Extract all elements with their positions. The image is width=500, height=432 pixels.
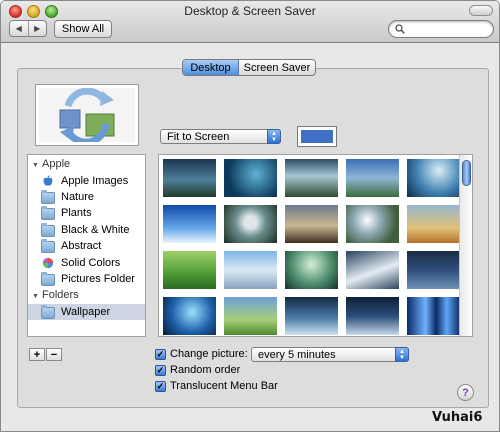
wallpaper-thumbnail[interactable]	[407, 251, 460, 289]
wallpaper-thumbnail[interactable]	[285, 251, 338, 289]
window-title: Desktop & Screen Saver	[184, 4, 316, 18]
source-item-apple-images[interactable]: Apple Images	[28, 173, 145, 189]
wallpaper-thumbnail[interactable]	[285, 159, 338, 197]
interval-value: every 5 minutes	[258, 348, 336, 361]
color-wheel-icon	[42, 257, 54, 269]
wallpaper-preview-icon	[59, 88, 115, 142]
source-item-pictures-folder[interactable]: Pictures Folder	[28, 271, 145, 287]
toolbar-toggle-button[interactable]	[469, 5, 493, 16]
select-arrows-icon: ▲ ▼	[267, 129, 281, 144]
apple-logo-icon	[43, 175, 53, 186]
wallpaper-thumbnail[interactable]	[346, 251, 399, 289]
source-item-abstract[interactable]: Abstract	[28, 238, 145, 254]
wallpaper-thumbnail[interactable]	[224, 205, 277, 243]
folder-icon	[41, 206, 55, 220]
wallpaper-thumbnail[interactable]	[224, 251, 277, 289]
change-interval-select[interactable]: every 5 minutes ▲ ▼	[251, 347, 409, 362]
help-button[interactable]: ?	[457, 384, 474, 401]
title-bar: Desktop & Screen Saver ◀ ▶ Show All	[1, 1, 499, 43]
wallpaper-thumbnail[interactable]	[224, 297, 277, 335]
scrollbar-thumb[interactable]	[462, 160, 471, 186]
wallpaper-thumbnail[interactable]	[224, 159, 277, 197]
folder-icon	[41, 239, 55, 253]
change-picture-label: Change picture:	[170, 348, 248, 360]
group-header-folders[interactable]: ▼ Folders	[32, 289, 79, 301]
wallpaper-thumbnail[interactable]	[346, 297, 399, 335]
source-item-black-white[interactable]: Black & White	[28, 222, 145, 238]
desktop-color-well[interactable]	[297, 126, 337, 147]
fit-to-screen-select[interactable]: Fit to Screen ▲ ▼	[160, 129, 281, 144]
color-swatch	[301, 130, 333, 143]
add-folder-button[interactable]: +	[29, 348, 45, 361]
source-item-wallpaper[interactable]: Wallpaper	[28, 304, 145, 320]
wallpaper-thumbnail[interactable]	[163, 205, 216, 243]
forward-arrow-icon[interactable]: ▶	[29, 21, 47, 36]
translucent-menu-bar-label: Translucent Menu Bar	[170, 380, 278, 392]
source-item-solid-colors[interactable]: Solid Colors	[28, 255, 145, 271]
source-list: ▼ Apple Apple Images Nature Plants Black …	[27, 154, 146, 337]
source-list-controls: + −	[29, 348, 62, 361]
translucent-menu-bar-checkbox[interactable]: ✓	[155, 381, 166, 392]
fit-select-value: Fit to Screen	[167, 130, 230, 143]
wallpaper-thumbnail[interactable]	[163, 159, 216, 197]
wallpaper-thumbnail[interactable]	[407, 205, 460, 243]
search-input[interactable]	[407, 23, 489, 35]
folder-icon	[41, 272, 55, 286]
wallpaper-thumbnail[interactable]	[346, 205, 399, 243]
group-header-apple[interactable]: ▼ Apple	[32, 158, 70, 170]
wallpaper-grid-scrollbar[interactable]	[459, 155, 472, 336]
folder-icon	[41, 223, 55, 237]
source-item-plants[interactable]: Plants	[28, 205, 145, 221]
wallpaper-thumbnail[interactable]	[346, 159, 399, 197]
tab-screen-saver[interactable]: Screen Saver	[239, 60, 315, 75]
show-all-button[interactable]: Show All	[54, 20, 112, 38]
disclosure-triangle-icon[interactable]: ▼	[32, 293, 42, 300]
source-item-nature[interactable]: Nature	[28, 189, 145, 205]
wallpaper-thumbnail[interactable]	[407, 297, 460, 335]
back-arrow-icon[interactable]: ◀	[10, 21, 29, 36]
desktop-preview	[35, 84, 139, 146]
wallpaper-thumbnail[interactable]	[163, 297, 216, 335]
search-icon	[395, 24, 405, 34]
change-picture-checkbox[interactable]: ✓	[155, 349, 166, 360]
watermark-text: Vuhai6	[432, 410, 483, 425]
back-forward-control: ◀ ▶	[9, 20, 47, 37]
random-order-checkbox[interactable]: ✓	[155, 365, 166, 376]
select-arrows-icon: ▲ ▼	[395, 347, 409, 362]
disclosure-triangle-icon[interactable]: ▼	[32, 162, 42, 169]
wallpaper-thumbnail[interactable]	[407, 159, 460, 197]
folder-icon	[41, 305, 55, 319]
tab-bar: Desktop Screen Saver	[182, 59, 316, 76]
remove-folder-button[interactable]: −	[46, 348, 62, 361]
wallpaper-thumbnail[interactable]	[163, 251, 216, 289]
wallpaper-thumbnail[interactable]	[285, 297, 338, 335]
search-field[interactable]	[388, 20, 494, 38]
folder-icon	[41, 190, 55, 204]
wallpaper-thumbnail[interactable]	[285, 205, 338, 243]
wallpaper-grid	[158, 154, 473, 337]
random-order-label: Random order	[170, 364, 241, 376]
tab-desktop[interactable]: Desktop	[183, 60, 239, 75]
